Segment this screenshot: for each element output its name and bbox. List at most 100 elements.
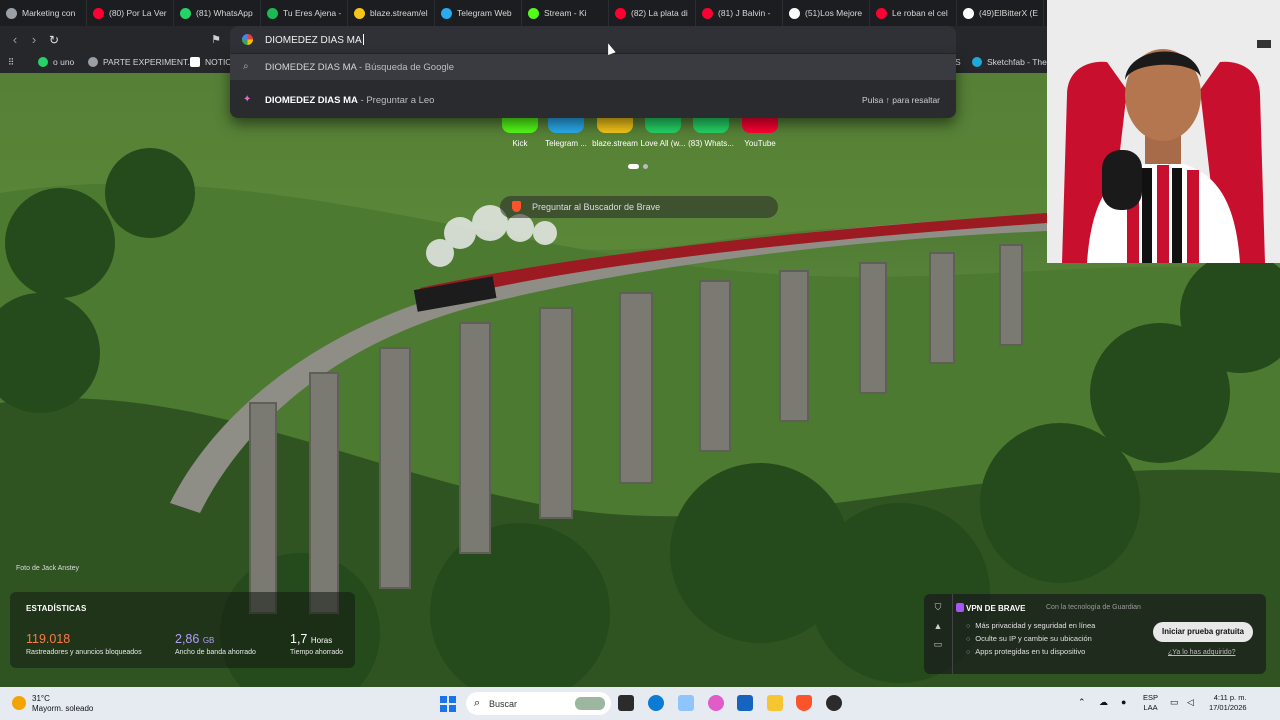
youtube-icon: [876, 7, 887, 19]
wifi-icon[interactable]: ▭: [1170, 697, 1179, 707]
vpn-subtitle: Con la tecnología de Guardian: [1046, 604, 1141, 611]
taskview-icon[interactable]: [618, 695, 634, 711]
telegram-icon: [441, 7, 452, 19]
start-button[interactable]: [440, 696, 456, 712]
speed-dial-label: Kick: [512, 139, 528, 148]
language-indicator[interactable]: ESP LAA: [1143, 693, 1158, 713]
tab-title: (80) Por La Ver: [109, 8, 167, 18]
warning-icon[interactable]: ▲: [924, 621, 952, 631]
browser-tab[interactable]: (82) La plata di: [609, 0, 696, 26]
bookmark-item[interactable]: Sketchfab - The b: [972, 57, 1054, 67]
brave-search-box[interactable]: Preguntar al Buscador de Brave: [500, 196, 778, 218]
suggestion-ask-leo[interactable]: ✦ DIOMEDEZ DIAS MA - Preguntar a Leo Pul…: [230, 87, 956, 113]
notion-icon: [190, 57, 200, 67]
bookmark-item[interactable]: NOTIC: [190, 57, 231, 67]
taskbar-search[interactable]: ⌕ Buscar: [466, 692, 611, 715]
bookmark-item[interactable]: o uno: [38, 57, 74, 67]
suggestion-google-search[interactable]: ⌕ DIOMEDEZ DIAS MA - Búsqueda de Google: [230, 54, 956, 80]
forward-icon[interactable]: ›: [27, 33, 41, 47]
browser-tab[interactable]: (49)ElBitterX (E: [957, 0, 1044, 26]
bookmark-label: NOTIC: [205, 57, 232, 67]
folder-icon[interactable]: [767, 695, 783, 711]
speed-dial-label: Telegram ...: [545, 139, 587, 148]
speed-dial-pager[interactable]: [628, 164, 648, 169]
vpn-feature: Apps protegidas en tu dispositivo: [966, 647, 1085, 656]
brave-icon[interactable]: [796, 695, 812, 711]
speed-dial-label: (83) Whats...: [688, 139, 734, 148]
browser-tab[interactable]: (51)Los Mejore: [783, 0, 870, 26]
reload-icon[interactable]: ↻: [47, 33, 61, 47]
vpn-logo-icon: [956, 603, 964, 612]
tab-title: (51)Los Mejore: [805, 8, 863, 18]
taskbar: 31°C Mayorm. soleado ⌕ Buscar ⌃ ☁ ● ESP …: [0, 687, 1280, 720]
speed-dial-label: blaze.stream: [592, 139, 638, 148]
bandwidth-value: 2,86: [175, 632, 200, 646]
trackers-value: 119.018: [26, 632, 71, 646]
browser-tab[interactable]: Le roban el cel: [870, 0, 957, 26]
youtube-icon: [93, 7, 104, 19]
youtube-icon: [615, 7, 626, 19]
tab-title: (49)ElBitterX (E: [979, 8, 1039, 18]
search-highlight-icon: [575, 697, 605, 710]
browser-tab[interactable]: blaze.stream/el: [348, 0, 435, 26]
browser-tab[interactable]: (81) WhatsApp: [174, 0, 261, 26]
browser-tab[interactable]: (81) J Balvin -: [696, 0, 783, 26]
suggestion-query: DIOMEDEZ DIAS MA: [265, 62, 357, 73]
browser-tab[interactable]: (80) Por La Ver: [87, 0, 174, 26]
address-input[interactable]: DIOMEDEZ DIAS MA: [265, 35, 362, 46]
bandwidth-unit: GB: [202, 636, 215, 645]
speed-dial-label: YouTube: [744, 139, 776, 148]
bookmark-icon[interactable]: ⚑: [209, 33, 223, 47]
bookmark-item[interactable]: PARTE EXPERIMENT...: [88, 57, 194, 67]
browser-tab[interactable]: Marketing con: [0, 0, 87, 26]
webcam-overlay: [1047, 0, 1280, 263]
trackers-blocked: 119.018 Rastreadores y anuncios bloquead…: [26, 632, 142, 656]
stats-heading: ESTADÍSTICAS: [26, 604, 87, 613]
clock[interactable]: 4:11 p. m. 17/01/2026: [1209, 693, 1247, 713]
snipping-icon[interactable]: [678, 695, 694, 711]
tab-title: Marketing con: [22, 8, 76, 18]
browser-tab[interactable]: Stream - Ki: [522, 0, 609, 26]
tab-title: Telegram Web: [457, 8, 512, 18]
search-icon: ⌕: [474, 697, 481, 709]
back-icon[interactable]: ‹: [8, 33, 22, 47]
shield-icon[interactable]: ⛉: [924, 602, 952, 613]
brave-search-placeholder: Preguntar al Buscador de Brave: [532, 202, 661, 212]
bandwidth-saved: 2,86 GB Ancho de banda ahorrado: [175, 632, 256, 656]
gear-icon: [6, 7, 17, 19]
browser-tab[interactable]: Telegram Web: [435, 0, 522, 26]
weather-temp: 31°C: [32, 694, 50, 703]
lang-bottom: LAA: [1143, 703, 1158, 712]
kick-icon: [528, 7, 539, 19]
cloud-icon[interactable]: ☁: [1099, 697, 1108, 707]
suggestion-hint: Pulsa ↑ para resaltar: [862, 95, 940, 105]
weather-widget[interactable]: 31°C Mayorm. soleado: [12, 694, 93, 714]
search-icon: ⌕: [243, 61, 249, 72]
mic-icon[interactable]: ●: [1121, 697, 1126, 707]
bandwidth-label: Ancho de banda ahorrado: [175, 649, 256, 656]
suggestion-suffix: - Preguntar a Leo: [357, 95, 435, 106]
card-icon[interactable]: ▭: [924, 639, 952, 650]
taskbar-search-label: Buscar: [489, 699, 518, 709]
speed-dial-label: Love All (w...: [640, 139, 686, 148]
weather-desc: Mayorm. soleado: [32, 704, 94, 713]
browser-tab[interactable]: Tu Eres Ajena -: [261, 0, 348, 26]
already-purchased-link[interactable]: ¿Ya lo has adquirido?: [1168, 649, 1236, 656]
suggestion-query: DIOMEDEZ DIAS MA: [265, 95, 358, 106]
youtube-icon: [702, 7, 713, 19]
address-bar[interactable]: DIOMEDEZ DIAS MA: [230, 26, 956, 54]
apps-icon[interactable]: ⠿: [8, 57, 14, 68]
chevron-up-icon[interactable]: ⌃: [1078, 697, 1086, 707]
store-icon[interactable]: [737, 695, 753, 711]
leo-icon: ✦: [243, 94, 252, 105]
vpn-feature: Más privacidad y seguridad en línea: [966, 621, 1095, 630]
tab-title: (82) La plata di: [631, 8, 688, 18]
start-trial-button[interactable]: Iniciar prueba gratuita: [1153, 622, 1253, 642]
tab-title: Tu Eres Ajena -: [283, 8, 342, 18]
brave-lion-icon: [512, 201, 521, 212]
obs-icon[interactable]: [826, 695, 842, 711]
volume-icon[interactable]: ◁: [1187, 697, 1194, 707]
photo-credit[interactable]: Foto de Jack Anstey: [16, 565, 79, 572]
edge-icon[interactable]: [648, 695, 664, 711]
copilot-icon[interactable]: [708, 695, 724, 711]
